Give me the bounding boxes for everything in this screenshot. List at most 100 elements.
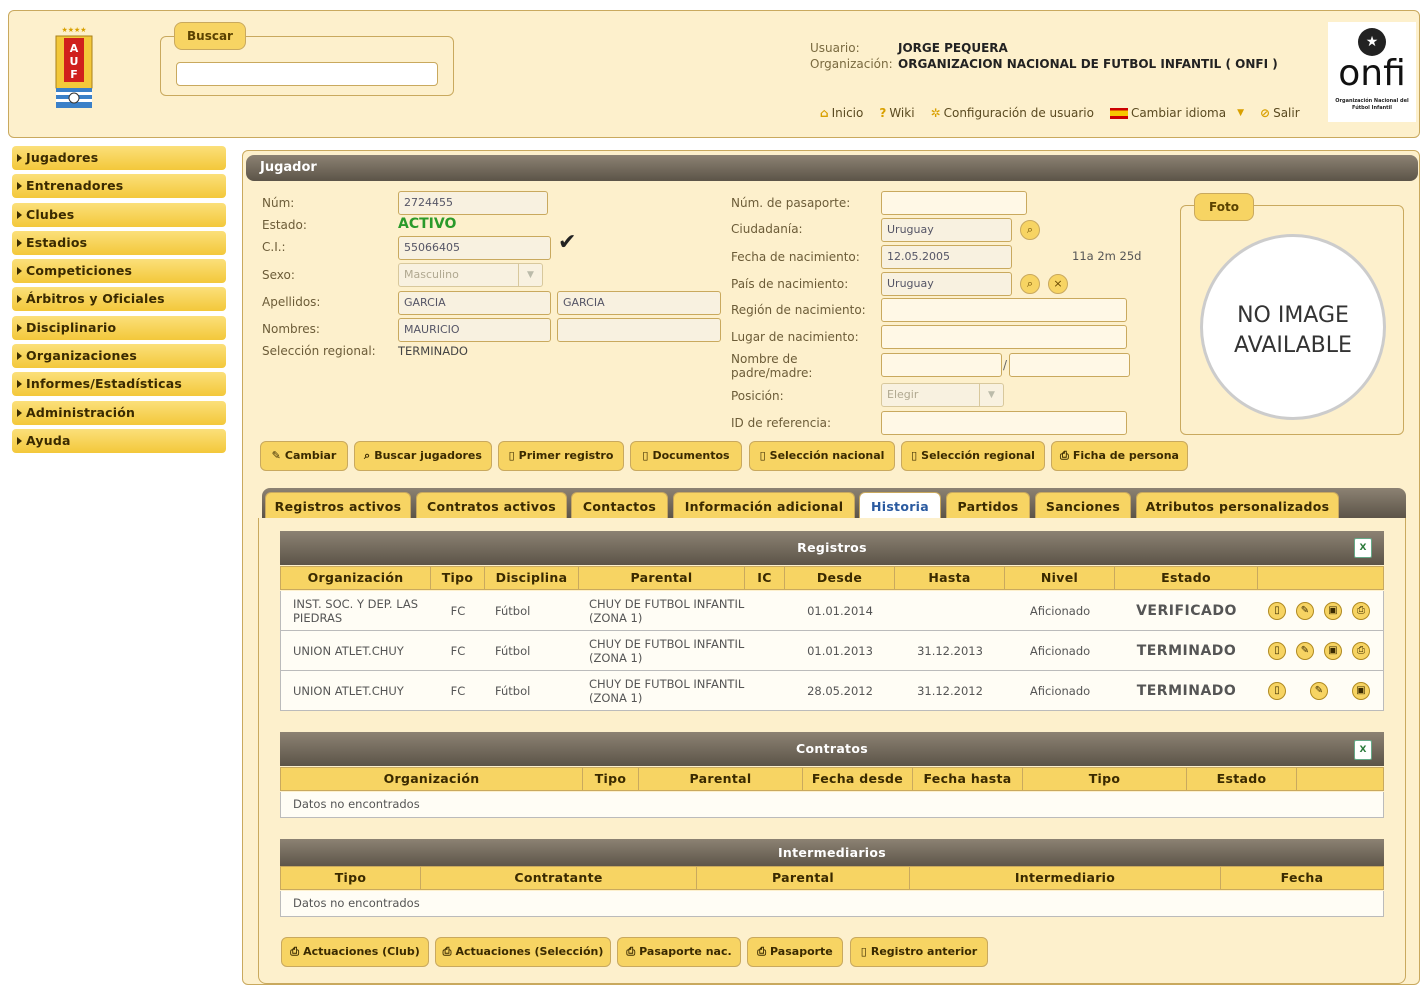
- lugar-field[interactable]: [881, 325, 1127, 349]
- col-nivel[interactable]: Nivel: [1005, 567, 1115, 589]
- delete-icon[interactable]: ▣: [1352, 681, 1370, 700]
- document-icon[interactable]: ▯: [1268, 601, 1286, 620]
- tab-informacion-adicional[interactable]: Información adicional: [673, 492, 855, 520]
- col-fecha-desde[interactable]: Fecha desde: [803, 768, 913, 790]
- col-parental[interactable]: Parental: [579, 567, 745, 589]
- link-idioma[interactable]: Cambiar idioma ▼: [1109, 106, 1244, 120]
- sidebar-item-ayuda[interactable]: Ayuda: [12, 428, 226, 453]
- col-tipo[interactable]: Tipo: [431, 567, 485, 589]
- col-fecha-hasta[interactable]: Fecha hasta: [913, 768, 1023, 790]
- search-icon[interactable]: ⌕: [1020, 274, 1040, 294]
- tab-atributos[interactable]: Atributos personalizados: [1136, 492, 1339, 520]
- seleccion-regional-button[interactable]: ▯ Selección regional: [901, 441, 1045, 471]
- photo-placeholder[interactable]: NO IMAGE AVAILABLE: [1200, 234, 1386, 420]
- col-tipo[interactable]: Tipo: [281, 867, 421, 889]
- delete-icon[interactable]: ▣: [1324, 641, 1342, 660]
- col-fecha[interactable]: Fecha: [1221, 867, 1383, 889]
- pasaporte-nac-button[interactable]: ⎙ Pasaporte nac.: [617, 937, 741, 967]
- print-icon[interactable]: ⎙: [1352, 641, 1370, 660]
- pencil-icon[interactable]: ✎: [1296, 641, 1314, 660]
- col-contratante[interactable]: Contratante: [421, 867, 697, 889]
- col-tipo2[interactable]: Tipo: [1023, 768, 1187, 790]
- link-wiki[interactable]: ? Wiki: [879, 106, 914, 120]
- delete-icon[interactable]: ▣: [1324, 601, 1342, 620]
- sidebar-item-organizaciones[interactable]: Organizaciones: [12, 344, 226, 369]
- primer-registro-button[interactable]: ▯ Primer registro: [498, 441, 624, 471]
- col-estado[interactable]: Estado: [1187, 768, 1297, 790]
- sidebar-item-administracion[interactable]: Administración: [12, 400, 226, 425]
- buscar-jugadores-button[interactable]: ⌕ Buscar jugadores: [354, 441, 492, 471]
- sidebar-item-estadios[interactable]: Estadios: [12, 230, 226, 255]
- apellido2-field[interactable]: GARCIA: [557, 291, 721, 315]
- ciudadania-field[interactable]: Uruguay: [881, 218, 1012, 242]
- tab-contratos-activos[interactable]: Contratos activos: [416, 492, 567, 520]
- sidebar-item-entrenadores[interactable]: Entrenadores: [12, 174, 226, 199]
- pencil-icon[interactable]: ✎: [1310, 681, 1328, 700]
- col-tipo[interactable]: Tipo: [583, 768, 639, 790]
- col-hasta[interactable]: Hasta: [895, 567, 1005, 589]
- num-field[interactable]: 2724455: [398, 191, 548, 215]
- sidebar-item-jugadores[interactable]: Jugadores: [12, 146, 226, 170]
- cambiar-button[interactable]: ✎ Cambiar: [260, 441, 348, 471]
- sidebar-item-informes[interactable]: Informes/Estadísticas: [12, 372, 226, 397]
- tab-historia[interactable]: Historia: [859, 492, 941, 520]
- onfi-logo[interactable]: ★ onfi Organización Nacional del Fútbol …: [1328, 22, 1416, 122]
- nombre1-field[interactable]: MAURICIO: [398, 318, 551, 342]
- sidebar-item-disciplinario[interactable]: Disciplinario: [12, 315, 226, 340]
- link-inicio[interactable]: ⌂ Inicio: [820, 106, 863, 120]
- tab-contactos[interactable]: Contactos: [571, 492, 668, 520]
- sidebar-item-arbitros[interactable]: Árbitros y Oficiales: [12, 287, 226, 312]
- search-input[interactable]: [176, 62, 438, 86]
- tab-registros-activos[interactable]: Registros activos: [265, 492, 411, 520]
- col-estado[interactable]: Estado: [1115, 567, 1258, 589]
- col-intermediario[interactable]: Intermediario: [910, 867, 1221, 889]
- actuaciones-seleccion-button[interactable]: ⎙ Actuaciones (Selección): [435, 937, 611, 967]
- sidebar-item-clubes[interactable]: Clubes: [12, 202, 226, 227]
- pasaporte-field[interactable]: [881, 191, 1027, 215]
- excel-export-icon[interactable]: X: [1354, 740, 1372, 760]
- auf-logo[interactable]: ★★★★ AUF: [52, 24, 96, 116]
- tab-sanciones[interactable]: Sanciones: [1035, 492, 1131, 520]
- actuaciones-club-button[interactable]: ⎙ Actuaciones (Club): [281, 937, 429, 967]
- padre-field[interactable]: [881, 353, 1002, 377]
- document-icon[interactable]: ▯: [1268, 681, 1286, 700]
- posicion-select[interactable]: Elegir ▼: [881, 383, 1004, 407]
- idref-field[interactable]: [881, 411, 1127, 435]
- col-ic[interactable]: IC: [745, 567, 785, 589]
- pasaporte-button[interactable]: ⎙ Pasaporte: [747, 937, 843, 967]
- col-parental[interactable]: Parental: [639, 768, 803, 790]
- print-icon[interactable]: ⎙: [1352, 601, 1370, 620]
- document-icon[interactable]: ▯: [1268, 641, 1286, 660]
- link-config[interactable]: ✲ Configuración de usuario: [931, 106, 1094, 120]
- excel-export-icon[interactable]: X: [1354, 538, 1372, 558]
- table-row[interactable]: UNION ATLET.CHUY FC Fútbol CHUY DE FUTBO…: [280, 631, 1384, 671]
- link-salir[interactable]: ⊘ Salir: [1260, 106, 1300, 120]
- fecha-nac-field[interactable]: 12.05.2005: [881, 245, 1012, 269]
- ficha-persona-button[interactable]: ⎙ Ficha de persona: [1051, 441, 1188, 471]
- col-disciplina[interactable]: Disciplina: [485, 567, 579, 589]
- table-row[interactable]: INST. SOC. Y DEP. LAS PIEDRAS FC Fútbol …: [280, 591, 1384, 631]
- chevron-down-icon[interactable]: ▼: [1237, 108, 1244, 118]
- seleccion-nacional-button[interactable]: ▯ Selección nacional: [749, 441, 895, 471]
- registro-anterior-button[interactable]: ▯ Registro anterior: [850, 937, 988, 967]
- col-desde[interactable]: Desde: [785, 567, 895, 589]
- region-field[interactable]: [881, 298, 1127, 322]
- clear-icon[interactable]: ×: [1048, 274, 1068, 294]
- apellido1-field[interactable]: GARCIA: [398, 291, 551, 315]
- tab-partidos[interactable]: Partidos: [946, 492, 1030, 520]
- sexo-select[interactable]: Masculino ▼: [398, 263, 543, 287]
- col-organizacion[interactable]: Organización: [281, 768, 583, 790]
- search-icon[interactable]: ⌕: [1020, 220, 1040, 240]
- nombre2-field[interactable]: [557, 318, 721, 342]
- pencil-icon[interactable]: ✎: [1296, 601, 1314, 620]
- row-parental: CHUY DE FUTBOL INFANTIL (ZONA 1): [589, 596, 745, 625]
- col-parental[interactable]: Parental: [697, 867, 910, 889]
- sidebar-item-competiciones[interactable]: Competiciones: [12, 259, 226, 284]
- pais-nac-field[interactable]: Uruguay: [881, 272, 1012, 296]
- table-row[interactable]: UNION ATLET.CHUY FC Fútbol CHUY DE FUTBO…: [280, 671, 1384, 711]
- documentos-button[interactable]: ▯ Documentos: [630, 441, 742, 471]
- seleccion-label: Selección regional:: [262, 344, 376, 358]
- ci-field[interactable]: 55066405: [398, 236, 551, 260]
- col-organizacion[interactable]: Organización: [281, 567, 431, 589]
- madre-field[interactable]: [1009, 353, 1130, 377]
